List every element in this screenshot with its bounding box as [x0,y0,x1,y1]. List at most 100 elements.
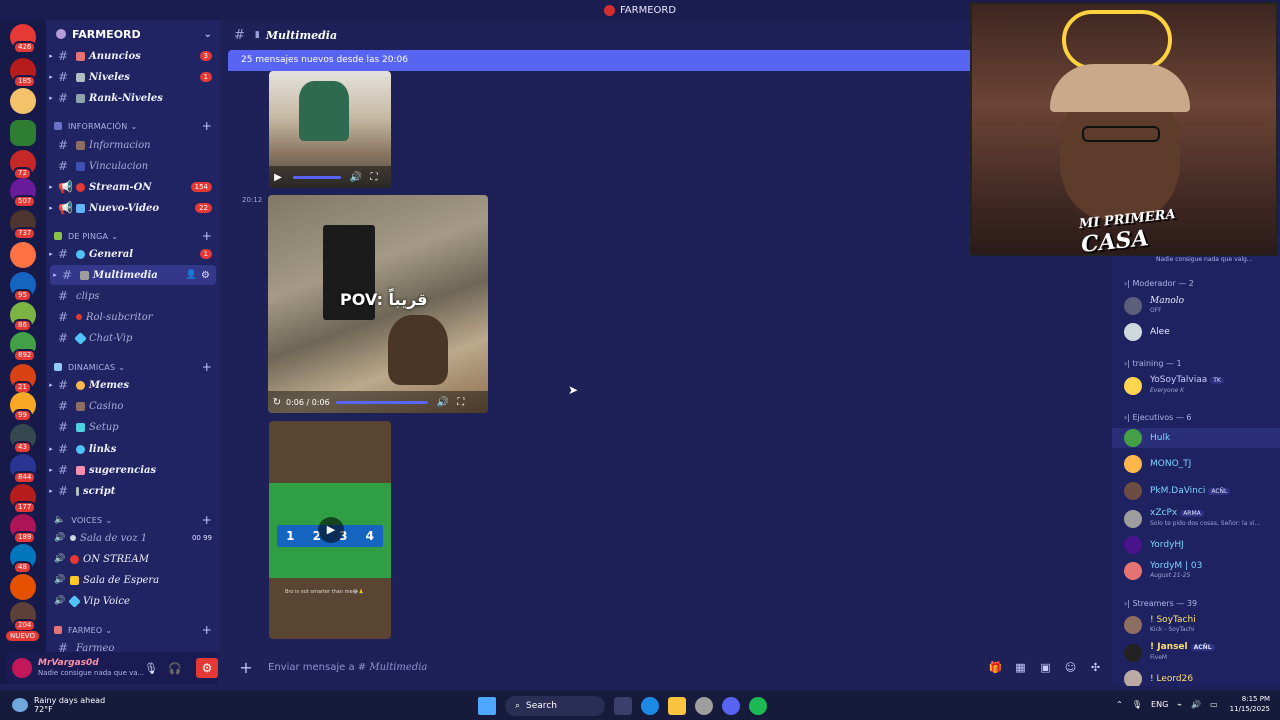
fullscreen-icon[interactable]: ⛶ [365,172,383,183]
volume-icon[interactable]: 🔊 [1191,700,1201,709]
member-item[interactable]: ! Leord26 [1112,670,1280,686]
file-explorer-icon[interactable] [668,697,686,715]
volume-icon[interactable]: 🔊 [347,172,365,183]
add-channel-icon[interactable]: + [202,229,212,243]
settings-gear-icon[interactable]: ⚙ [196,658,218,678]
voice-channel-item[interactable]: 🔊 ON STREAM [46,549,220,569]
channel-item[interactable]: # Farmeo [46,638,220,652]
server-icon[interactable]: 43 [10,424,36,454]
server-folder-icon[interactable] [10,120,36,146]
seek-bar[interactable] [293,175,341,179]
channel-item[interactable]: ▸ 📢 Nuevo-Video 22 [46,198,220,218]
server-icon[interactable]: 189 [10,514,37,544]
avatar[interactable] [12,658,32,678]
server-icon[interactable]: 426 [10,24,37,54]
channel-item[interactable]: # Setup [46,417,220,437]
server-icon[interactable] [10,88,36,114]
member-item[interactable]: ! Jansel ACÑL FiveM [1112,642,1280,663]
apps-icon[interactable]: ✣ [1083,661,1108,674]
gear-icon[interactable]: ⚙ [201,270,210,281]
emoji-icon[interactable]: ☺ [1058,661,1083,674]
video-attachment[interactable]: 1 2 3 4 ▶ Bro is not smarter than me😂🙏 [269,421,391,639]
member-item[interactable]: YordyM | 03 August 21-25 [1112,561,1280,581]
server-icon[interactable]: 86 [10,302,36,332]
server-icon[interactable]: 177 [10,484,37,514]
channel-item-active[interactable]: ▸ # Multimedia 👤 ⚙ [50,265,216,285]
replay-icon[interactable]: ↻ [268,397,286,408]
channel-item[interactable]: ▸ 📢 Stream-ON 154 [46,177,220,197]
language-indicator[interactable]: ENG [1151,700,1168,709]
edge-icon[interactable] [641,697,659,715]
headphones-icon[interactable]: 🎧 [166,662,184,675]
voice-channel-item[interactable]: 🔊 Vip Voice [46,591,220,611]
member-item[interactable]: Manolo OFF [1112,296,1280,316]
member-item[interactable]: Alee [1112,323,1280,341]
channel-item[interactable]: # Informacion [46,135,220,155]
volume-icon[interactable]: 🔊 [434,397,452,408]
category-farmeo[interactable]: FARMEO ⌄ + [54,622,218,638]
video-attachment[interactable]: POV: قريباً ↻ 0:06 / 0:06 🔊 ⛶ [268,195,488,413]
add-channel-icon[interactable]: + [202,360,212,374]
channel-item[interactable]: # Chat-Vip [46,328,220,348]
server-icon[interactable]: 507 [10,178,37,208]
weather-widget[interactable]: Rainy days ahead 72°F [12,696,105,714]
server-icon[interactable] [10,242,36,268]
gift-icon[interactable]: 🎁 [983,661,1008,674]
category-de-pinga[interactable]: DE PINGA ⌄ + [54,228,218,244]
video-attachment[interactable]: ▶ 🔊 ⛶ [269,71,391,188]
message-composer[interactable]: + Enviar mensaje a # Multimedia 🎁 ▦ ▣ ☺ … [228,652,1108,682]
play-icon[interactable]: ▶ [269,172,287,183]
member-item[interactable]: ! SoyTachi Kick - SoyTachi [1112,615,1280,635]
add-channel-icon[interactable]: + [202,623,212,637]
channel-item[interactable]: ▸ # Rank-Niveles [46,88,220,108]
invite-icon[interactable]: 👤 [186,270,197,280]
voice-channel-item[interactable]: 🔊 Sala de Espera [46,570,220,590]
server-icon[interactable]: 99 [10,392,36,422]
server-icon[interactable]: 737 [10,210,37,240]
discord-icon[interactable] [722,697,740,715]
channel-item[interactable]: ▸ # script [46,481,220,501]
channel-item[interactable]: ▸ # Memes [46,375,220,395]
member-item[interactable]: Hulk [1112,428,1280,448]
battery-icon[interactable]: ▭ [1210,700,1218,709]
network-icon[interactable]: ⌁ [1177,700,1182,709]
microphone-icon[interactable]: 🎙 [142,662,160,675]
add-channel-icon[interactable]: + [202,119,212,133]
server-icon[interactable]: 72 [10,150,36,180]
channel-item[interactable]: ▸ # sugerencias [46,460,220,480]
server-icon[interactable]: 844 [10,454,37,484]
message-input[interactable]: Enviar mensaje a # Multimedia [268,662,427,673]
gif-icon[interactable]: ▦ [1008,661,1033,674]
category-voices[interactable]: 🔈 VOICES ⌄ + [54,512,218,528]
seek-bar[interactable] [335,400,428,404]
add-attachment-icon[interactable]: + [228,658,264,677]
new-messages-bar[interactable]: 25 mensajes nuevos desde las 20:06 [228,50,980,71]
add-channel-icon[interactable]: + [202,513,212,527]
server-header[interactable]: FARMEORD ⌄ [46,20,220,48]
windows-start-icon[interactable] [478,697,496,715]
member-item[interactable]: xZcPx ARMA Solo te pido dos cosas, Señor: … [1112,508,1280,529]
play-button-icon[interactable]: ▶ [318,517,344,543]
chevron-up-icon[interactable]: ⌃ [1116,700,1123,709]
server-icon[interactable]: 21 [10,364,36,394]
server-icon[interactable] [10,574,36,600]
category-informacion[interactable]: INFORMACIÓN ⌄ + [54,118,218,134]
server-icon[interactable]: 95 [10,272,36,302]
channel-item[interactable]: ▸ # links [46,439,220,459]
sticker-icon[interactable]: ▣ [1033,661,1058,674]
server-icon[interactable]: 892 [10,332,37,362]
channel-item[interactable]: # Casino [46,396,220,416]
task-view-icon[interactable] [614,697,632,715]
member-item[interactable]: YordyHJ [1112,536,1280,554]
voice-channel-item[interactable]: 🔊 Sala de voz 1 00 99 [46,528,220,548]
chrome-icon[interactable] [695,697,713,715]
channel-item[interactable]: ▸ # Niveles 1 [46,67,220,87]
spotify-icon[interactable] [749,697,767,715]
channel-item[interactable]: # Rol-subcritor [46,307,220,327]
fullscreen-icon[interactable]: ⛶ [452,397,470,408]
channel-item[interactable]: # clips [46,286,220,306]
server-icon[interactable]: 204 [10,602,37,632]
taskbar-search[interactable]: ⌕ Search [505,696,605,716]
member-item[interactable]: YoSoyTalviaa TK Everyone K [1112,375,1280,396]
microphone-icon[interactable]: 🎙 [1132,700,1142,709]
